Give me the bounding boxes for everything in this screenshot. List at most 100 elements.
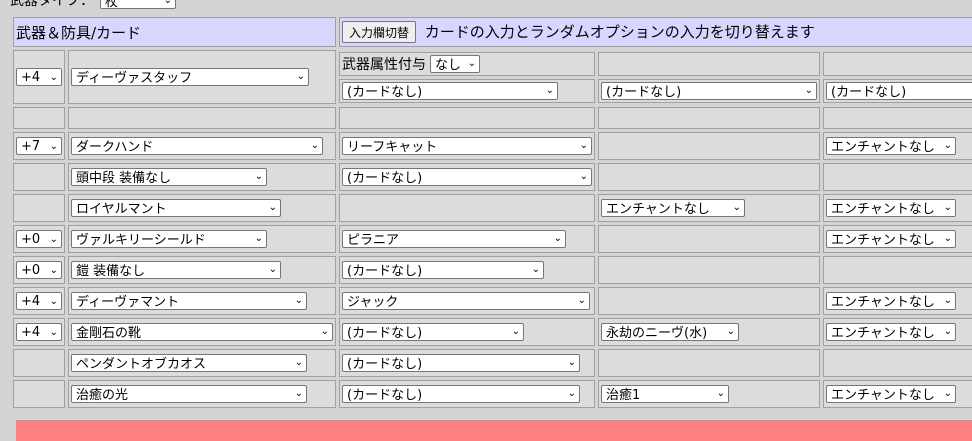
- weapon-card1-select[interactable]: (カードなし) ⌄: [342, 81, 558, 100]
- item-select[interactable]: ダークハンド ⌄: [71, 136, 323, 155]
- row-cell: [13, 349, 65, 377]
- refine-select[interactable]: +4 ⌄: [16, 323, 62, 341]
- chevron-down-icon: ⌄: [545, 85, 554, 96]
- row-cell: +4 ⌄: [13, 287, 65, 315]
- section-title: 武器＆防具/カード: [13, 17, 336, 47]
- weapon-select[interactable]: ディーヴァスタッフ ⌄: [71, 67, 309, 86]
- row-cell: エンチャントなし ⌄: [823, 287, 972, 315]
- weapon-refine-select[interactable]: +4 ⌄: [16, 68, 62, 86]
- card-select[interactable]: (カードなし) ⌄: [342, 353, 580, 372]
- empty-cell: [823, 107, 972, 129]
- item-select[interactable]: ペンダントオブカオス ⌄: [71, 353, 307, 372]
- row-cell: (カードなし) ⌄: [339, 349, 595, 377]
- slot3-select[interactable]: エンチャントなし ⌄: [601, 198, 745, 217]
- card-select[interactable]: (カードなし) ⌄: [342, 322, 524, 341]
- chevron-down-icon: ⌄: [163, 0, 172, 6]
- item-select[interactable]: 治癒の光 ⌄: [71, 384, 307, 403]
- weapon-type-select[interactable]: 杖 ⌄: [100, 0, 176, 10]
- chevron-down-icon: ⌄: [254, 233, 263, 245]
- chevron-down-icon: ⌄: [943, 295, 952, 307]
- item-select[interactable]: 金剛石の靴 ⌄: [71, 322, 333, 341]
- weapon-type-row: 武器タイプ： 杖 ⌄: [0, 0, 176, 10]
- row-cell: 治癒1 ⌄: [598, 380, 820, 408]
- card-select[interactable]: ジャック ⌄: [342, 291, 590, 310]
- empty-cell: [598, 107, 820, 129]
- weapon-card3-cell: (カードなし)⌄: [823, 50, 972, 104]
- refine-select[interactable]: +0 ⌄: [16, 261, 62, 279]
- item-info-bar: [16, 420, 972, 441]
- weapon-name-cell: ディーヴァスタッフ ⌄: [68, 50, 336, 104]
- chevron-down-icon: ⌄: [553, 233, 562, 245]
- enchant-select[interactable]: エンチャントなし ⌄: [826, 198, 956, 217]
- chevron-down-icon: ⌄: [531, 264, 540, 276]
- card-select[interactable]: (カードなし) ⌄: [342, 167, 592, 186]
- empty-subcell: [598, 51, 820, 76]
- row-cell: エンチャントなし ⌄: [823, 225, 972, 253]
- item-select[interactable]: 頭中段 装備なし ⌄: [71, 167, 267, 186]
- item-select[interactable]: ロイヤルマント ⌄: [71, 198, 281, 217]
- item-select[interactable]: ディーヴァマント ⌄: [71, 291, 307, 310]
- toggle-input-button[interactable]: 入力欄切替: [342, 21, 417, 44]
- row-cell: 頭中段 装備なし ⌄: [68, 163, 336, 191]
- row-cell: (カードなし) ⌄: [339, 318, 595, 346]
- chevron-down-icon: ⌄: [268, 264, 277, 276]
- table-row: +4 ⌄ 金剛石の靴 ⌄ (カードなし) ⌄ 永劫のニーヴ(水) ⌄ エンチャントなし ⌄: [13, 318, 972, 346]
- chevron-down-icon: ⌄: [567, 357, 576, 369]
- row-cell: リーフキャット ⌄: [339, 132, 595, 160]
- row-cell: [598, 256, 820, 284]
- row-cell: 治癒の光 ⌄: [68, 380, 336, 408]
- chevron-down-icon: ⌄: [716, 388, 725, 400]
- table-row: +0 ⌄ ヴァルキリーシールド ⌄ ピラニア ⌄ エンチャントなし ⌄: [13, 225, 972, 253]
- row-cell: ペンダントオブカオス ⌄: [68, 349, 336, 377]
- row-cell: [13, 163, 65, 191]
- card-select[interactable]: リーフキャット ⌄: [342, 136, 592, 155]
- slot3-select[interactable]: 治癒1 ⌄: [601, 384, 729, 403]
- chevron-down-icon: ⌄: [943, 388, 952, 400]
- chevron-down-icon: ⌄: [804, 85, 813, 96]
- row-cell: (カードなし) ⌄: [339, 163, 595, 191]
- card-select[interactable]: (カードなし) ⌄: [342, 260, 544, 279]
- table-row: 治癒の光 ⌄ (カードなし) ⌄ 治癒1 ⌄ エンチャントなし ⌄: [13, 380, 972, 408]
- weapon-card3-row: (カードなし)⌄: [823, 78, 972, 103]
- item-select[interactable]: ヴァルキリーシールド ⌄: [71, 229, 267, 248]
- table-row: +7 ⌄ ダークハンド ⌄ リーフキャット ⌄ エンチャントなし ⌄: [13, 132, 972, 160]
- row-cell: ダークハンド ⌄: [68, 132, 336, 160]
- weapon-type-label: 武器タイプ：: [10, 0, 94, 9]
- table-row: ロイヤルマント ⌄ エンチャントなし ⌄ エンチャントなし ⌄: [13, 194, 972, 222]
- refine-select[interactable]: +7 ⌄: [16, 137, 62, 155]
- card-select[interactable]: (カードなし) ⌄: [342, 384, 580, 403]
- chevron-down-icon: ⌄: [577, 295, 586, 307]
- weapon-card2-cell: (カードなし) ⌄: [598, 50, 820, 104]
- weapon-card3-select[interactable]: (カードなし)⌄: [826, 81, 972, 100]
- chevron-down-icon: ⌄: [49, 326, 58, 338]
- chevron-down-icon: ⌄: [49, 71, 58, 83]
- enchant-select[interactable]: エンチャントなし ⌄: [826, 291, 956, 310]
- enchant-select[interactable]: エンチャントなし ⌄: [826, 322, 956, 341]
- row-cell: (カードなし) ⌄: [339, 380, 595, 408]
- refine-select[interactable]: +4 ⌄: [16, 292, 62, 310]
- empty-subcell: [823, 51, 972, 76]
- card-select[interactable]: ピラニア ⌄: [342, 229, 566, 248]
- row-cell: [598, 132, 820, 160]
- chevron-down-icon: ⌄: [310, 140, 319, 152]
- row-cell: [598, 163, 820, 191]
- row-cell: ジャック ⌄: [339, 287, 595, 315]
- enchant-select[interactable]: エンチャントなし ⌄: [826, 384, 956, 403]
- row-cell: 金剛石の靴 ⌄: [68, 318, 336, 346]
- table-row: ペンダントオブカオス ⌄ (カードなし) ⌄: [13, 349, 972, 377]
- enchant-select[interactable]: エンチャントなし ⌄: [826, 229, 956, 248]
- weapon-attr-label: 武器属性付与: [342, 56, 426, 73]
- enchant-select[interactable]: エンチャントなし ⌄: [826, 136, 956, 155]
- row-cell: ロイヤルマント ⌄: [68, 194, 336, 222]
- slot3-select[interactable]: 永劫のニーヴ(水) ⌄: [601, 322, 739, 341]
- chevron-down-icon: ⌄: [732, 202, 741, 214]
- refine-select[interactable]: +0 ⌄: [16, 230, 62, 248]
- weapon-attr-select[interactable]: なし ⌄: [430, 54, 480, 73]
- item-select[interactable]: 鎧 装備なし ⌄: [71, 260, 281, 279]
- equipment-table: 武器＆防具/カード 入力欄切替 カードの入力とランダムオプションの入力を切り替え…: [10, 14, 972, 411]
- chevron-down-icon: ⌄: [943, 233, 952, 245]
- row-cell: エンチャントなし ⌄: [823, 194, 972, 222]
- row-cell: [823, 163, 972, 191]
- weapon-card2-select[interactable]: (カードなし) ⌄: [601, 81, 817, 100]
- chevron-down-icon: ⌄: [49, 264, 58, 276]
